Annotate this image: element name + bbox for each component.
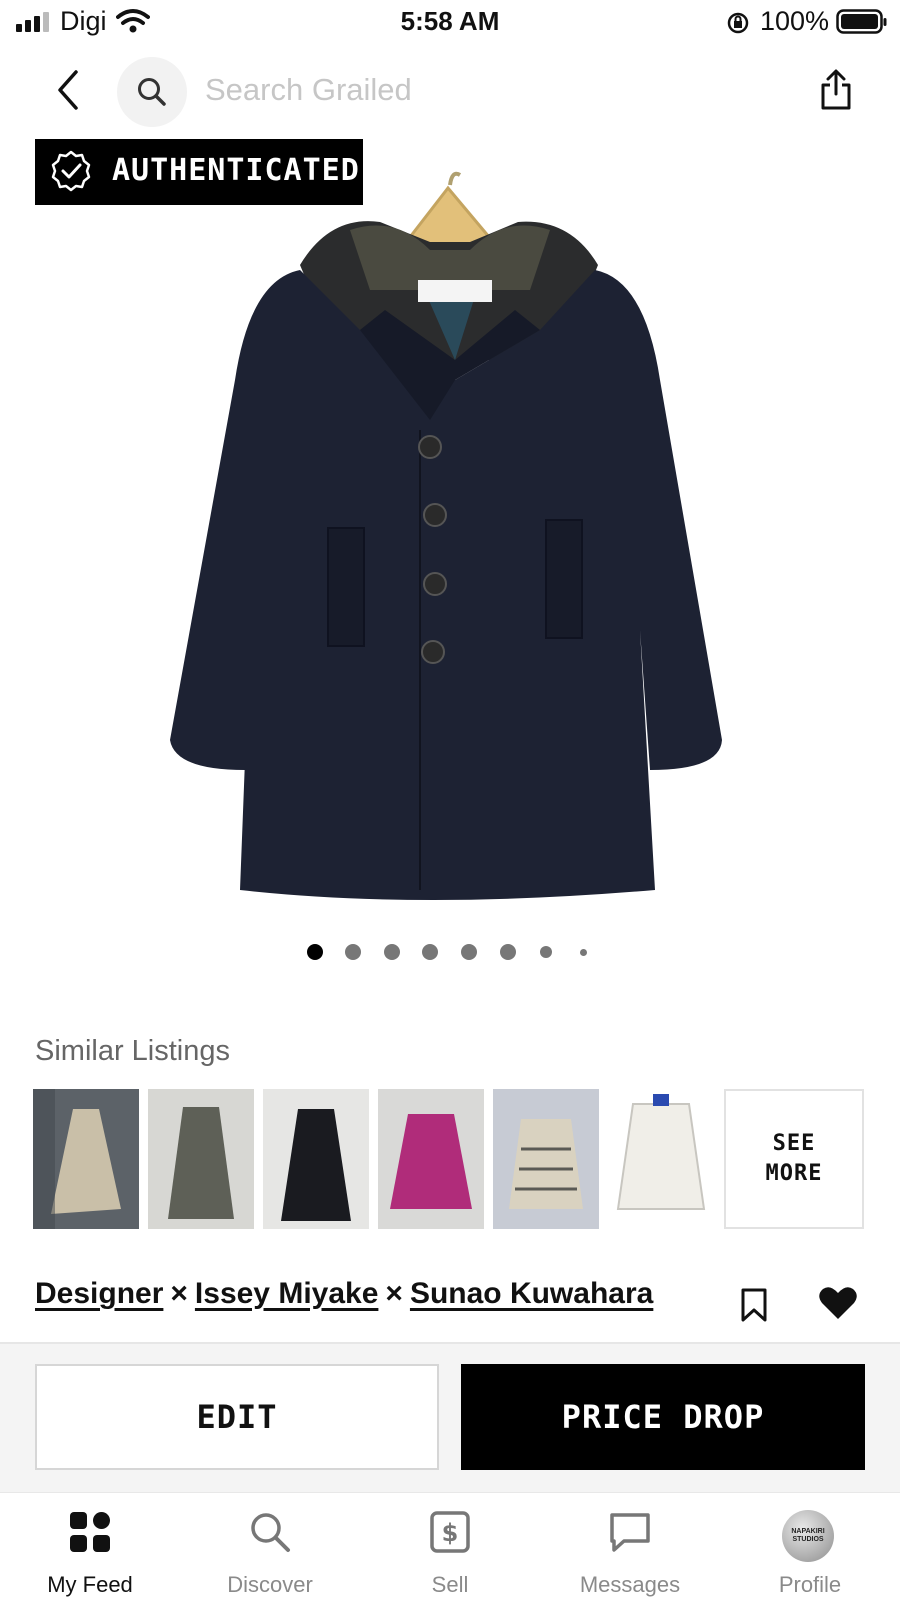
tab-discover[interactable]: Discover xyxy=(180,1492,360,1600)
chat-bubble-icon xyxy=(610,1513,650,1552)
page-dot[interactable] xyxy=(384,944,400,960)
share-icon[interactable] xyxy=(818,68,854,112)
page-dot[interactable] xyxy=(461,944,477,960)
price-drop-button[interactable]: PRICE DROP xyxy=(461,1364,865,1470)
designer-separator: × xyxy=(170,1277,188,1310)
similar-listing-thumbnail[interactable] xyxy=(608,1089,714,1229)
designer-separator: × xyxy=(385,1277,403,1310)
similar-listing-thumbnail[interactable] xyxy=(148,1089,254,1229)
similar-listing-thumbnail[interactable] xyxy=(378,1089,484,1229)
page-dot[interactable] xyxy=(500,944,516,960)
authenticated-label: AUTHENTICATED xyxy=(112,153,360,188)
designer-link[interactable]: Issey Miyake xyxy=(195,1277,378,1310)
page-dot[interactable] xyxy=(307,944,323,960)
status-bar: Digi 5:58 AM 100% xyxy=(0,0,900,46)
tab-label: Messages xyxy=(579,1572,681,1597)
page-dot[interactable] xyxy=(540,946,552,958)
battery-percent: 100% xyxy=(760,6,830,36)
search-icon xyxy=(138,78,166,106)
page-dot[interactable] xyxy=(580,949,587,956)
profile-avatar[interactable]: NAPAKIRI STUDIOS xyxy=(782,1510,834,1562)
tab-sell[interactable]: $ Sell xyxy=(360,1492,540,1600)
similar-listing-thumbnail[interactable] xyxy=(33,1089,139,1229)
tab-messages[interactable]: Messages xyxy=(540,1492,720,1600)
product-image[interactable] xyxy=(0,130,900,930)
similar-listing-thumbnail[interactable] xyxy=(263,1089,369,1229)
bookmark-icon[interactable] xyxy=(740,1287,768,1323)
search-icon xyxy=(251,1513,290,1552)
grid-icon xyxy=(70,1512,110,1552)
designer-link[interactable]: Sunao Kuwahara xyxy=(410,1277,653,1310)
see-more-line1: SEE xyxy=(772,1131,816,1156)
similar-listings-title: Similar Listings xyxy=(35,1035,230,1067)
tab-label: Discover xyxy=(227,1572,313,1597)
heart-icon[interactable] xyxy=(818,1285,858,1321)
page-dot[interactable] xyxy=(345,944,361,960)
dollar-icon: $ xyxy=(430,1511,470,1553)
orientation-lock-icon xyxy=(727,12,749,34)
similar-listing-thumbnail[interactable] xyxy=(493,1089,599,1229)
svg-text:$: $ xyxy=(442,1519,459,1547)
back-icon[interactable] xyxy=(52,68,88,112)
verified-check-icon xyxy=(51,150,91,192)
tab-label: Profile xyxy=(778,1572,842,1597)
designer-link[interactable]: Designer xyxy=(35,1277,163,1310)
search-input[interactable]: Search Grailed xyxy=(205,72,412,108)
see-more-line2: MORE xyxy=(765,1161,823,1186)
designer-list: Designer × Issey Miyake × Sunao Kuwahara xyxy=(35,1277,653,1311)
tab-label: My Feed xyxy=(47,1572,133,1597)
tab-label: Sell xyxy=(431,1572,469,1597)
image-pagination[interactable] xyxy=(0,940,900,964)
see-more-button[interactable]: SEE MORE xyxy=(724,1089,864,1229)
battery-icon xyxy=(836,9,887,34)
tab-my-feed[interactable]: My Feed xyxy=(0,1492,180,1600)
search-button[interactable] xyxy=(117,57,187,127)
avatar-text: NAPAKIRI STUDIOS xyxy=(791,1528,825,1543)
edit-button[interactable]: EDIT xyxy=(35,1364,439,1470)
page-dot[interactable] xyxy=(422,944,438,960)
authenticated-badge: AUTHENTICATED xyxy=(35,139,363,205)
